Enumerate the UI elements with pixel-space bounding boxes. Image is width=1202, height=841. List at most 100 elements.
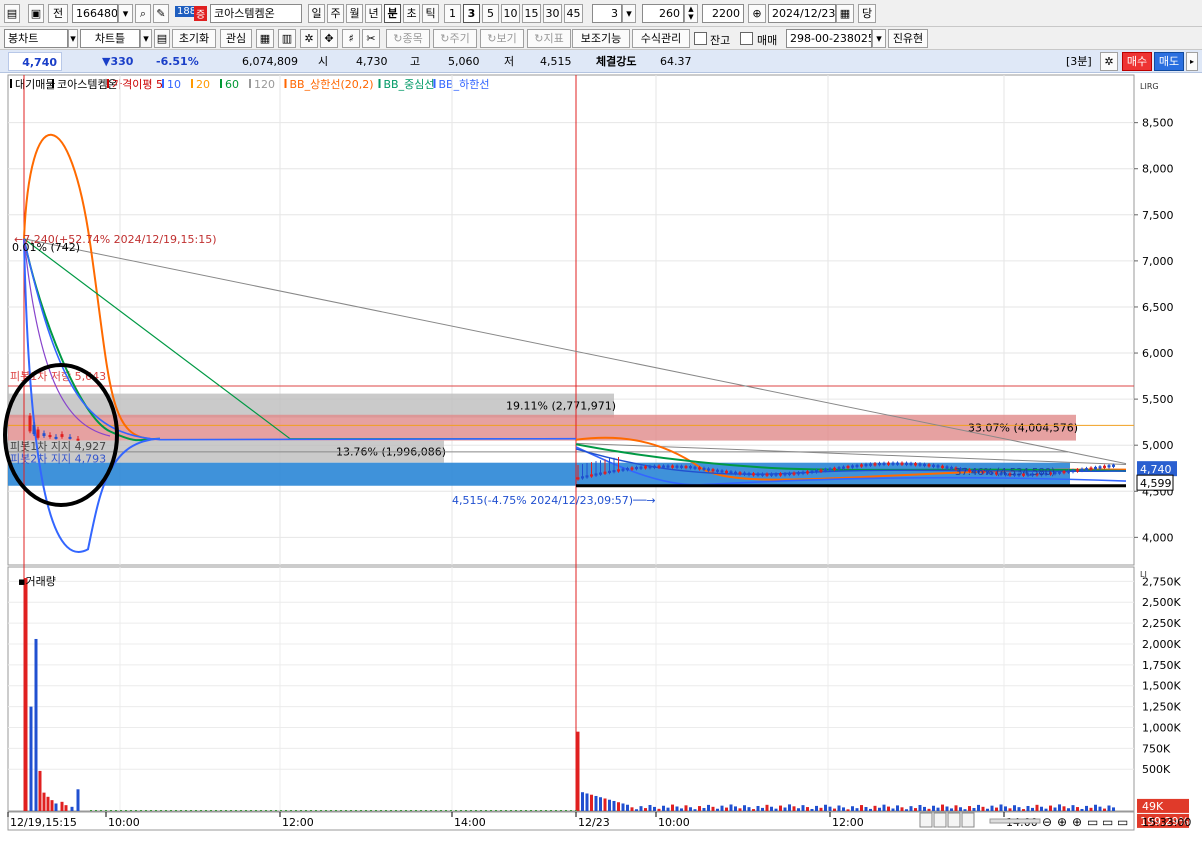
candle (860, 464, 863, 467)
volume-bar (1031, 807, 1034, 811)
grayed-button-0[interactable]: ↻종목 (386, 29, 430, 48)
chart-type-select[interactable]: 봉차트 (4, 29, 68, 48)
volume-bar (46, 796, 50, 811)
calendar-icon[interactable]: ▦ (836, 4, 854, 23)
user-field[interactable]: 진유현 (888, 29, 928, 48)
volume-bar (590, 794, 593, 811)
volume-bar (165, 809, 167, 811)
stock-dropdown-icon[interactable]: ▾ (118, 4, 133, 23)
settings-icon[interactable]: ✲ (1100, 52, 1118, 71)
window-menu-icon[interactable]: ▤ (4, 4, 20, 23)
buy-button[interactable]: 매수 (1122, 52, 1152, 71)
candle (923, 463, 926, 467)
interval-button-15[interactable]: 15 (522, 4, 541, 23)
period-button-5[interactable]: 초 (403, 4, 420, 23)
period-button-2[interactable]: 월 (346, 4, 363, 23)
volume-bar (959, 807, 962, 811)
candle (1107, 465, 1111, 468)
table-icon[interactable]: ▥ (278, 29, 296, 48)
candle (878, 462, 881, 466)
volume-bar (430, 809, 432, 811)
legend-item: 120 (254, 78, 275, 91)
period-button-6[interactable]: 틱 (422, 4, 439, 23)
volume-bar (977, 804, 980, 811)
price-change-pct: -6.51% (156, 55, 199, 68)
interval-button-45[interactable]: 45 (564, 4, 583, 23)
interest-button[interactable]: 관심 (220, 29, 252, 48)
interval-input[interactable]: 3 (592, 4, 622, 23)
volume-bar (235, 809, 237, 811)
account-select[interactable]: 298-00-238025 (786, 29, 872, 48)
period-button-0[interactable]: 일 (308, 4, 325, 23)
candle (662, 465, 665, 468)
volume-bar (1112, 807, 1115, 811)
wrench-icon[interactable]: ✎ (153, 4, 169, 23)
interval-button-5[interactable]: 5 (482, 4, 499, 23)
volume-bar (599, 797, 602, 811)
grayed-button-3[interactable]: ↻지표 (527, 29, 571, 48)
grayed-button-2[interactable]: ↻보기 (480, 29, 524, 48)
grid-icon[interactable]: ▦ (256, 29, 274, 48)
grayed-button-1[interactable]: ↻주기 (433, 29, 477, 48)
volume-bar (756, 805, 760, 811)
volume-bar (936, 807, 940, 811)
search-icon[interactable]: ⌕ (135, 4, 151, 23)
layout-icon[interactable]: ▤ (154, 29, 170, 48)
gear-icon[interactable]: ✲ (300, 29, 318, 48)
expand-icon[interactable]: ▸ (1186, 52, 1198, 71)
period-button-1[interactable]: 주 (327, 4, 344, 23)
volume-bar (305, 809, 307, 811)
chart-type-dropdown-icon[interactable]: ▾ (68, 29, 78, 48)
balance-checkbox[interactable] (694, 32, 707, 45)
scroll-control-button[interactable] (947, 812, 961, 828)
time-axis-label: 10:00 (108, 816, 140, 829)
period-button-4[interactable]: 분 (384, 4, 401, 23)
volume-bar (105, 809, 107, 811)
volume-bar (210, 809, 212, 811)
zoom-control-icon: ▭ (1117, 815, 1128, 829)
scissors-icon[interactable]: ✂ (362, 29, 380, 48)
scroll-control-button[interactable] (933, 812, 947, 828)
count-input[interactable]: 260 (642, 4, 684, 23)
candle (621, 468, 625, 471)
date-input[interactable]: 2024/12/23 (768, 4, 836, 23)
candle (941, 465, 944, 468)
scroll-control-button[interactable] (919, 812, 933, 828)
period-button-3[interactable]: 년 (365, 4, 382, 23)
volume-bar (370, 809, 372, 811)
interval-dropdown-icon[interactable]: ▾ (622, 4, 636, 23)
volume-bar (954, 805, 958, 811)
move-icon[interactable]: ✥ (320, 29, 338, 48)
interval-button-3[interactable]: 3 (463, 4, 480, 23)
candle (725, 470, 728, 474)
zoom-icon[interactable]: ⊕ (748, 4, 766, 23)
aux-function-button[interactable]: 보조기능 (572, 29, 630, 48)
trade-checkbox[interactable] (740, 32, 753, 45)
scroll-control-button[interactable] (961, 812, 975, 828)
reset-button[interactable]: 초기화 (172, 29, 216, 48)
chart-tools-dropdown-icon[interactable]: ▾ (140, 29, 152, 48)
interval-button-1[interactable]: 1 (444, 4, 461, 23)
volume-bar (190, 809, 192, 811)
view-count-input[interactable]: 2200 (702, 4, 744, 23)
sell-button[interactable]: 매도 (1154, 52, 1184, 71)
today-button[interactable]: 당 (858, 4, 876, 23)
save-icon[interactable]: ▣ (28, 4, 44, 23)
count-spin-icon[interactable]: ▲ ▼ (684, 4, 698, 23)
interval-button-10[interactable]: 10 (501, 4, 520, 23)
legend-item: BB_상한선(20,2) (290, 78, 374, 91)
candle (1103, 465, 1106, 468)
candle (779, 473, 782, 476)
formula-manage-button[interactable]: 수식관리 (632, 29, 690, 48)
stock-name-field[interactable]: 코아스템켐온 (210, 4, 302, 23)
candle (720, 470, 724, 473)
stock-chart[interactable]: 대기매물 코아스템켐온가격이평 5 10 20 60 120 BB_상한선(20,2) BB_… (0, 73, 1202, 841)
candle-icon[interactable]: ♯ (342, 29, 360, 48)
chart-tools-select[interactable]: 차트틀 (80, 29, 140, 48)
interval-button-30[interactable]: 30 (543, 4, 562, 23)
account-dropdown-icon[interactable]: ▾ (872, 29, 886, 48)
volume-bar (612, 800, 616, 811)
scroll-slider[interactable] (989, 818, 1041, 824)
stock-code-input[interactable]: 166480 (72, 4, 118, 23)
prev-button[interactable]: 전 (48, 4, 68, 23)
